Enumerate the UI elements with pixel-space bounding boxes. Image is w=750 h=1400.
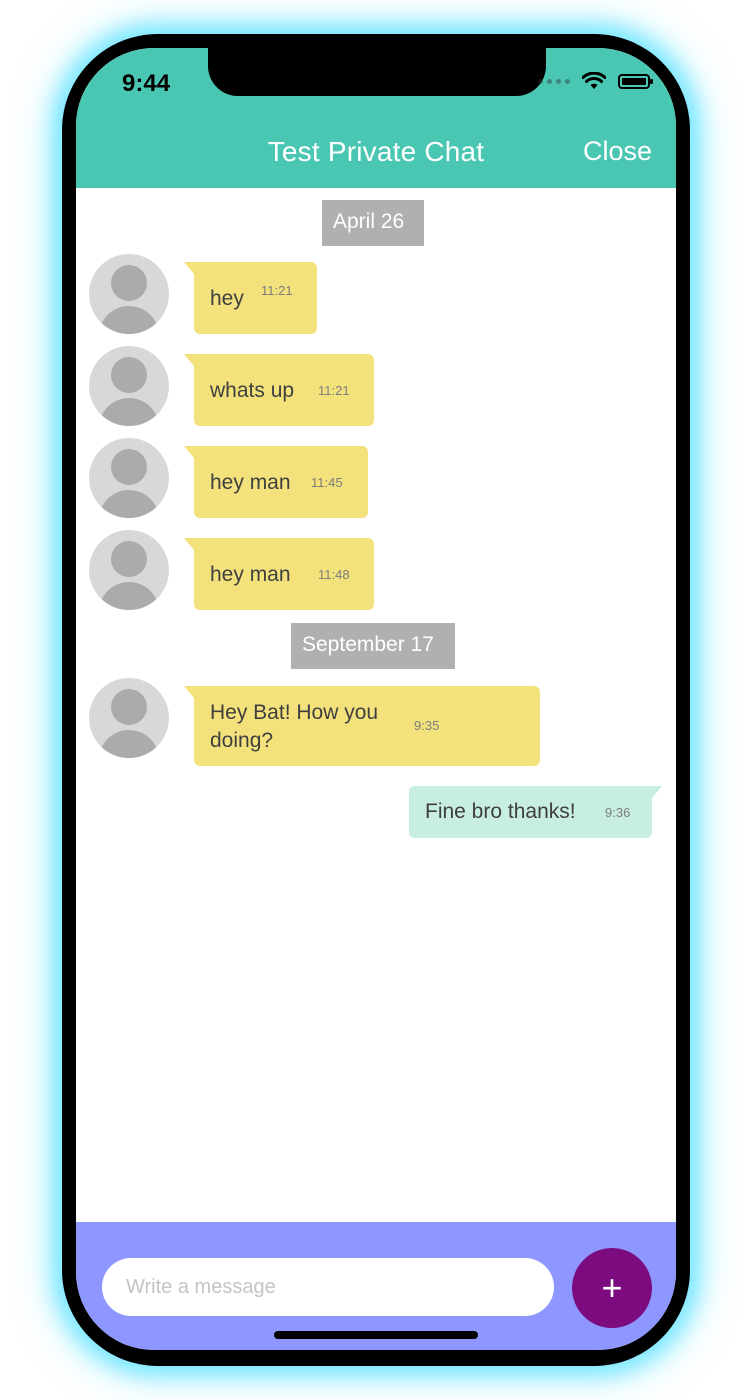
signal-dots-icon — [538, 78, 570, 84]
wifi-icon — [582, 72, 606, 89]
message-time: 11:21 — [261, 283, 293, 298]
avatar-icon — [89, 438, 169, 518]
date-separator: April 26 — [322, 200, 424, 246]
message-time: 9:36 — [605, 805, 631, 820]
close-button[interactable]: Close — [583, 136, 652, 167]
message-bubble[interactable]: Hey Bat! How you doing? 9:35 — [184, 686, 540, 766]
message-bubble[interactable]: hey man 11:48 — [184, 538, 374, 610]
status-icons — [538, 72, 653, 90]
home-indicator[interactable] — [274, 1331, 478, 1339]
plus-button[interactable]: + — [572, 1248, 652, 1328]
date-separator: September 17 — [291, 623, 455, 669]
avatar-icon — [89, 346, 169, 426]
chat-screen: 9:44 Test Private Chat Close April 26 he… — [76, 48, 676, 1350]
message-text: hey man — [210, 471, 291, 494]
message-text: hey man — [210, 563, 291, 586]
message-text: whats up — [210, 379, 295, 402]
avatar-icon — [89, 254, 169, 334]
battery-icon — [618, 73, 653, 89]
message-bubble[interactable]: hey man 11:45 — [184, 446, 368, 518]
my-message-bubble[interactable]: Fine bro thanks! 9:36 — [409, 786, 662, 838]
message-time: 11:48 — [318, 567, 350, 582]
status-time: 9:44 — [122, 70, 171, 97]
plus-icon: + — [601, 1267, 623, 1308]
message-time: 11:45 — [311, 475, 343, 490]
avatar-icon — [89, 530, 169, 610]
message-text-line2: doing? — [210, 729, 274, 752]
avatar-icon — [89, 678, 169, 758]
message-time: 9:35 — [414, 718, 440, 733]
message-bubble[interactable]: hey 11:21 — [184, 262, 317, 334]
message-list[interactable]: April 26 hey 11:21 whats up 11:21 hey ma… — [76, 188, 676, 1222]
chat-header: 9:44 Test Private Chat Close — [76, 48, 676, 188]
message-bubble[interactable]: whats up 11:21 — [184, 354, 374, 426]
message-text-line1: Hey Bat! How you — [210, 701, 379, 724]
message-text: hey — [210, 287, 244, 310]
message-text: Fine bro thanks! — [425, 800, 576, 823]
message-time: 11:21 — [318, 383, 350, 398]
notch — [208, 48, 546, 96]
message-input[interactable] — [102, 1258, 554, 1316]
